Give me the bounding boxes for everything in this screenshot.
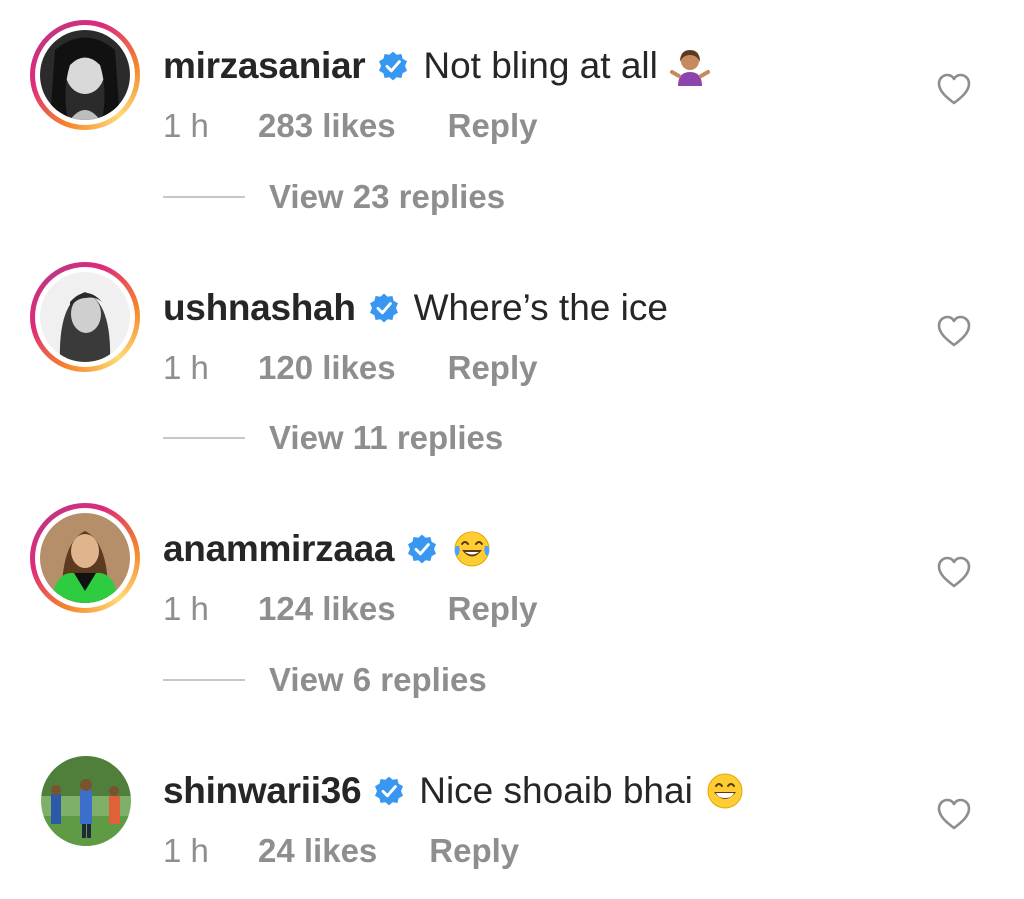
comment-item: ushnashah Where’s the ice 1 h 120 likes … (0, 262, 1024, 386)
comment-item: anammirzaaa 1 h 124 likes Reply (0, 503, 1024, 627)
username[interactable]: ushnashah (163, 287, 356, 329)
comment-time: 1 h (163, 107, 209, 144)
username[interactable]: mirzasaniar (163, 45, 366, 87)
likes-count[interactable]: 24 likes (258, 832, 377, 870)
username[interactable]: shinwarii36 (163, 770, 362, 812)
view-replies-label[interactable]: View 23 replies (269, 178, 505, 216)
heart-outline-icon[interactable] (936, 797, 972, 831)
heart-outline-icon[interactable] (936, 555, 972, 589)
reply-button[interactable]: Reply (448, 349, 538, 387)
comment-item: mirzasaniar Not bling at all 1 h 283 lik… (0, 20, 1024, 144)
comment-time: 1 h (163, 832, 209, 869)
comment-meta: 1 h 124 likes Reply (163, 587, 538, 631)
comment-line: ushnashah Where’s the ice (163, 286, 668, 330)
divider (163, 196, 245, 198)
comment-item: shinwarii36 Nice shoaib bhai 1 h 24 like… (0, 745, 1024, 869)
verified-badge-icon (379, 51, 408, 81)
comment-time: 1 h (163, 349, 209, 386)
divider (163, 679, 245, 681)
person-shrugging-emoji (669, 50, 710, 86)
heart-outline-icon[interactable] (936, 314, 972, 348)
heart-outline-icon[interactable] (936, 72, 972, 106)
comment-meta: 1 h 24 likes Reply (163, 829, 519, 873)
avatar-photo (40, 272, 130, 362)
view-replies-button[interactable]: View 6 replies (163, 660, 487, 700)
view-replies-label[interactable]: View 6 replies (269, 661, 487, 699)
comment-text: Not bling at all (423, 45, 658, 86)
reply-button[interactable]: Reply (429, 832, 519, 870)
avatar-photo (40, 513, 130, 603)
comment-text: Nice shoaib bhai (419, 770, 693, 811)
comment-line: mirzasaniar Not bling at all (163, 44, 710, 88)
view-replies-button[interactable]: View 23 replies (163, 177, 505, 217)
likes-count[interactable]: 120 likes (258, 349, 396, 387)
avatar-photo (41, 756, 131, 846)
comment-meta: 1 h 283 likes Reply (163, 104, 538, 148)
reply-button[interactable]: Reply (448, 107, 538, 145)
likes-count[interactable]: 124 likes (258, 590, 396, 628)
verified-badge-icon (369, 293, 398, 323)
comment-time: 1 h (163, 590, 209, 627)
verified-badge-icon (408, 534, 437, 564)
comment-line: shinwarii36 Nice shoaib bhai (163, 769, 745, 813)
avatar[interactable] (30, 262, 140, 372)
grinning-face-emoji (707, 773, 743, 809)
comments-list: mirzasaniar Not bling at all 1 h 283 lik… (0, 0, 1024, 899)
avatar-photo (40, 30, 130, 120)
view-replies-button[interactable]: View 11 replies (163, 418, 503, 458)
tears-of-joy-emoji (454, 531, 490, 567)
view-replies-label[interactable]: View 11 replies (269, 419, 503, 457)
avatar[interactable] (30, 503, 140, 613)
avatar[interactable] (30, 20, 140, 130)
username[interactable]: anammirzaaa (163, 528, 394, 570)
reply-button[interactable]: Reply (448, 590, 538, 628)
divider (163, 437, 245, 439)
verified-badge-icon (375, 776, 404, 806)
avatar[interactable] (30, 745, 140, 855)
likes-count[interactable]: 283 likes (258, 107, 396, 145)
comment-line: anammirzaaa (163, 527, 492, 571)
comment-meta: 1 h 120 likes Reply (163, 346, 538, 390)
comment-text: Where’s the ice (413, 287, 668, 328)
